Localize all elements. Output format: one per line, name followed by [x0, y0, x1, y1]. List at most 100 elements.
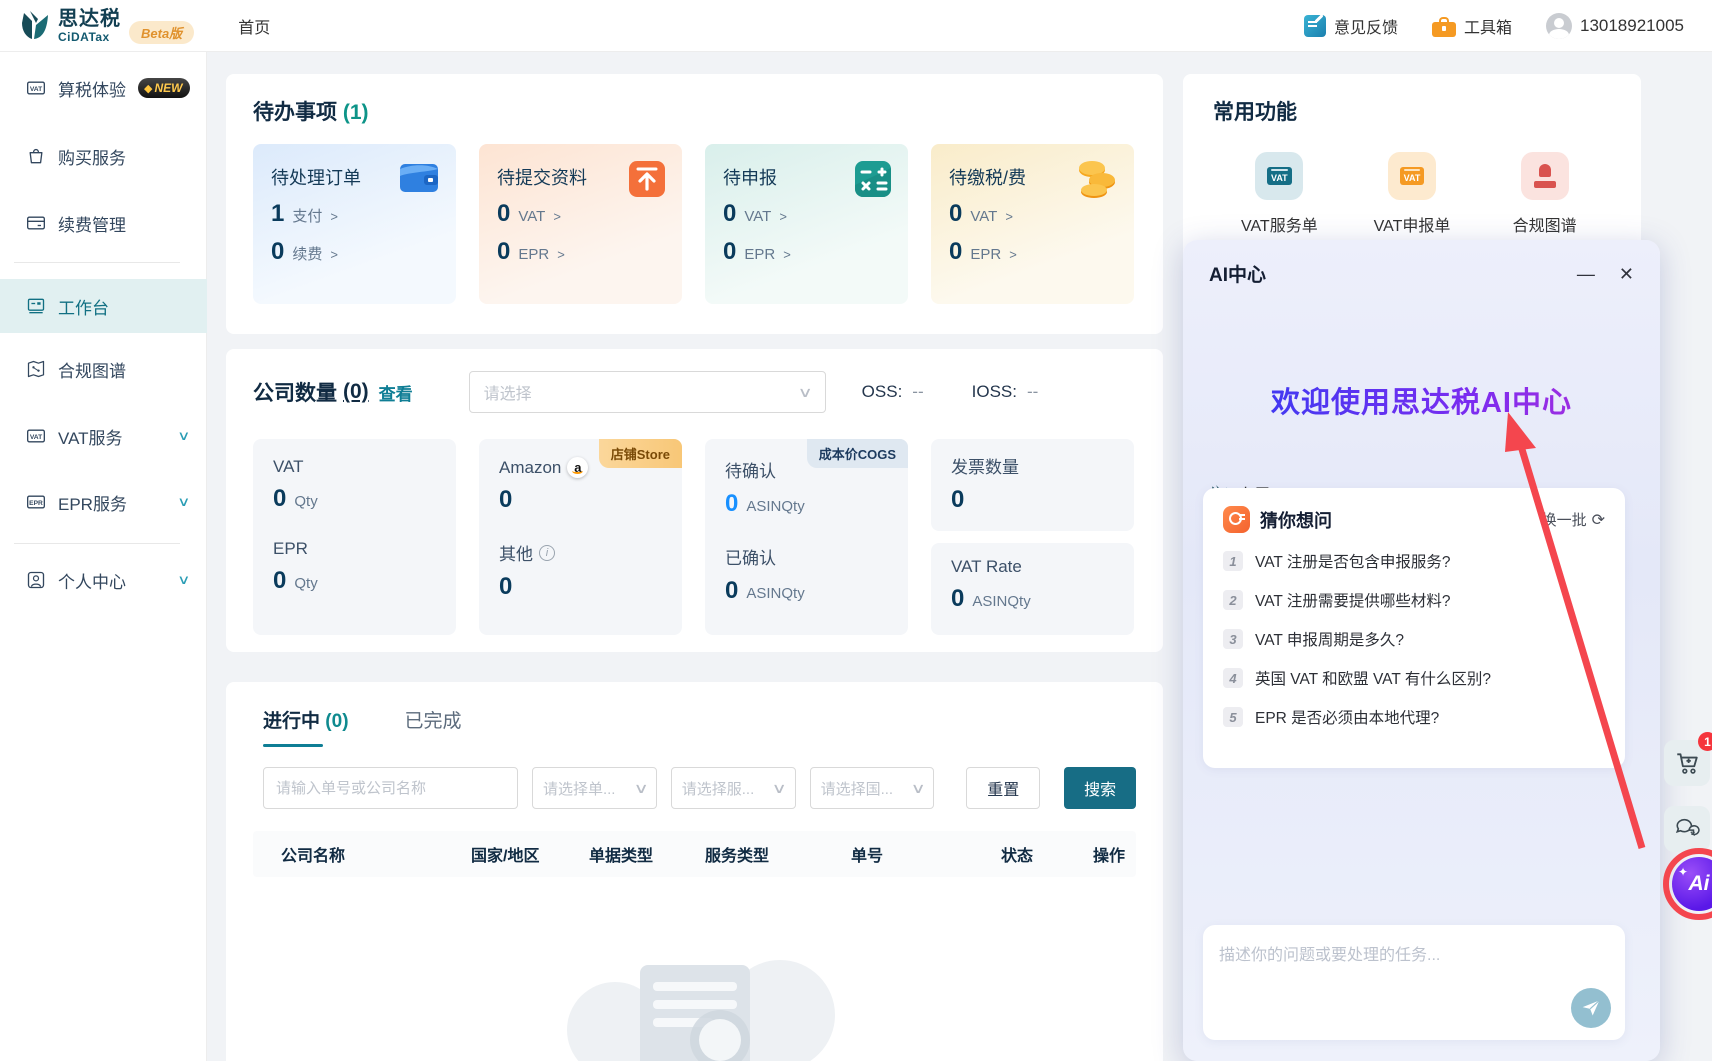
filter-country-select[interactable]: 请选择国...∨	[810, 767, 935, 809]
todo-link-vat[interactable]: VAT	[744, 208, 771, 225]
vat-badge-icon: VAT	[26, 78, 46, 98]
arrow-right-icon[interactable]: >	[1005, 209, 1013, 224]
sidebar-item-vat-services[interactable]: VAT VAT服务 ∨	[0, 414, 207, 458]
stat-value: 0	[951, 585, 964, 613]
stat-value: 0	[951, 486, 964, 514]
reset-button[interactable]: 重置	[966, 767, 1040, 809]
todo-link-vat[interactable]: VAT	[518, 208, 545, 225]
sidebar-item-workbench[interactable]: 工作台	[0, 279, 207, 333]
coins-icon	[1076, 160, 1118, 198]
amazon-icon: a	[567, 457, 588, 478]
todo-card-pending-materials: 待提交资料 0VAT> 0EPR>	[479, 144, 682, 304]
ai-input-card	[1203, 925, 1625, 1040]
sidebar-item-compliance-map[interactable]: 合规图谱	[0, 347, 207, 391]
filter-service-type-select[interactable]: 请选择服...∨	[671, 767, 796, 809]
order-search-input[interactable]	[263, 767, 518, 809]
arrow-right-icon[interactable]: >	[557, 247, 565, 262]
send-button[interactable]	[1571, 988, 1611, 1028]
vat-badge-icon: VAT	[26, 426, 46, 446]
tab-in-progress[interactable]: 进行中 (0)	[263, 706, 349, 747]
todo-card-pending-orders: 待处理订单 1支付> 0续费>	[253, 144, 456, 304]
arrow-right-icon[interactable]: >	[330, 247, 338, 262]
nav-home[interactable]: 首页	[238, 14, 270, 38]
refresh-questions-button[interactable]: 换一批 ⟳	[1542, 509, 1605, 530]
sidebar-item-tax-experience[interactable]: VAT 算税体验 ◆NEW	[0, 66, 207, 110]
ioss-stat: IOSS:--	[972, 382, 1039, 402]
todo-link-vat[interactable]: VAT	[970, 208, 997, 225]
stat-card-invoice: 发票数量 0	[931, 439, 1134, 531]
todo-title: 待办事项 (1)	[253, 96, 1136, 126]
stat-value: 0	[273, 567, 286, 595]
quick-item-compliance-map[interactable]: 合规图谱	[1478, 152, 1611, 236]
stamp-icon	[1521, 152, 1569, 200]
sidebar: VAT 算税体验 ◆NEW 购买服务 续费管理 工作台 合规图谱 VAT VAT…	[0, 52, 207, 1061]
todo-value: 1	[271, 200, 284, 228]
vat-service-icon: VAT	[1255, 152, 1303, 200]
new-badge: ◆NEW	[138, 78, 190, 98]
chat-bubbles-icon	[1674, 816, 1700, 842]
sidebar-item-buy-services[interactable]: 购买服务	[0, 134, 207, 178]
feedback-label: 意见反馈	[1334, 14, 1398, 38]
company-count[interactable]: (0)	[343, 380, 369, 404]
ai-float-button[interactable]: ✦ Ai	[1672, 857, 1712, 911]
col-actions: 操作	[1093, 842, 1153, 866]
stat-value: 0	[725, 490, 738, 518]
quick-item-vat-service[interactable]: VAT VAT服务单	[1213, 152, 1346, 236]
arrow-right-icon[interactable]: >	[1009, 247, 1017, 262]
info-icon: i	[539, 545, 555, 561]
chevron-down-icon: ∨	[178, 494, 191, 510]
arrow-right-icon[interactable]: >	[783, 247, 791, 262]
arrow-right-icon[interactable]: >	[553, 209, 561, 224]
company-view-link[interactable]: 查看	[379, 380, 413, 405]
minimize-icon[interactable]: —	[1577, 265, 1595, 283]
quick-title: 常用功能	[1213, 96, 1611, 126]
calculator-icon	[854, 160, 892, 198]
feedback-button[interactable]: 意见反馈	[1304, 14, 1398, 38]
filter-doc-type-select[interactable]: 请选择单...∨	[532, 767, 657, 809]
sidebar-item-personal-center[interactable]: 个人中心 ∨	[0, 558, 207, 602]
user-account[interactable]: 13018921005	[1546, 13, 1684, 39]
todo-link-pay[interactable]: 支付	[292, 205, 322, 226]
todo-link-renew[interactable]: 续费	[292, 243, 322, 264]
chevron-down-icon: ∨	[178, 428, 191, 444]
feedback-icon	[1304, 15, 1326, 37]
toolbox-button[interactable]: 工具箱	[1432, 14, 1512, 38]
col-country: 国家/地区	[471, 842, 589, 866]
quick-item-vat-declaration[interactable]: VAT VAT申报单	[1346, 152, 1479, 236]
question-item[interactable]: 1VAT 注册是否包含申报服务?	[1223, 550, 1605, 572]
question-item[interactable]: 2VAT 注册需要提供哪些材料?	[1223, 589, 1605, 611]
todo-link-epr[interactable]: EPR	[744, 246, 775, 263]
arrow-right-icon[interactable]: >	[330, 209, 338, 224]
refresh-icon: ⟳	[1592, 510, 1605, 530]
orders-panel: 进行中 (0) 已完成 请选择单...∨ 请选择服...∨ 请选择国...∨ 重…	[226, 682, 1163, 1061]
paper-plane-icon	[1581, 998, 1601, 1018]
chat-float-button[interactable]	[1664, 806, 1710, 852]
arrow-right-icon[interactable]: >	[779, 209, 787, 224]
cart-float-button[interactable]: 1	[1664, 740, 1710, 786]
diamond-icon: ◆	[144, 82, 152, 95]
search-button[interactable]: 搜索	[1064, 767, 1136, 809]
question-item[interactable]: 5EPR 是否必须由本地代理?	[1223, 706, 1605, 728]
logo-title: 思达税	[58, 9, 121, 29]
chevron-down-icon: ∨	[798, 384, 813, 401]
todo-link-epr[interactable]: EPR	[970, 246, 1001, 263]
logo: 思达税 CiDATax Beta版	[18, 7, 194, 44]
company-select[interactable]: 请选择 ∨	[469, 371, 826, 413]
user-phone: 13018921005	[1580, 16, 1684, 36]
ai-message-input[interactable]	[1203, 925, 1625, 995]
tab-completed[interactable]: 已完成	[405, 706, 462, 747]
chevron-down-icon: ∨	[772, 780, 787, 797]
chevron-down-icon: ∨	[911, 780, 926, 797]
svg-text:EPR: EPR	[29, 500, 43, 507]
close-icon[interactable]: ✕	[1619, 265, 1634, 283]
todo-link-epr[interactable]: EPR	[518, 246, 549, 263]
sidebar-item-renewal[interactable]: 续费管理	[0, 201, 207, 245]
col-doc-type: 单据类型	[589, 842, 705, 866]
question-item[interactable]: 4英国 VAT 和欧盟 VAT 有什么区别?	[1223, 667, 1605, 689]
todo-panel: 待办事项 (1) 待处理订单 1支付> 0续费> 待提交资料 0VAT> 0EP…	[226, 74, 1163, 334]
todo-value: 0	[723, 238, 736, 266]
sidebar-item-epr-services[interactable]: EPR EPR服务 ∨	[0, 480, 207, 524]
toolbox-label: 工具箱	[1464, 14, 1512, 38]
map-icon	[26, 359, 46, 379]
question-item[interactable]: 3VAT 申报周期是多久?	[1223, 628, 1605, 650]
